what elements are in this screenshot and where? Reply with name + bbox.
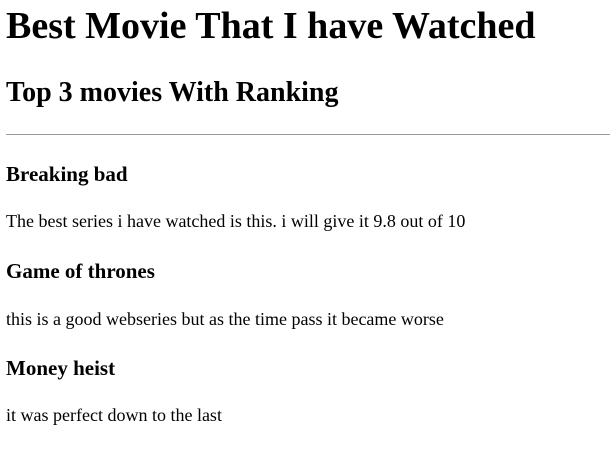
page-subtitle: Top 3 movies With Ranking [6,77,339,108]
horizontal-divider [6,134,610,135]
movie-title-breaking-bad: Breaking bad [6,162,128,186]
movie-description-game-of-thrones: this is a good webseries but as the time… [6,309,444,329]
movie-title-money-heist: Money heist [6,356,116,380]
movie-title-game-of-thrones: Game of thrones [6,259,155,283]
page: Best Movie That I have Watched Top 3 mov… [0,0,610,468]
movie-description-money-heist: it was perfect down to the last [6,405,222,425]
page-title: Best Movie That I have Watched [6,5,536,47]
movie-description-breaking-bad: The best series i have watched is this. … [6,211,466,231]
